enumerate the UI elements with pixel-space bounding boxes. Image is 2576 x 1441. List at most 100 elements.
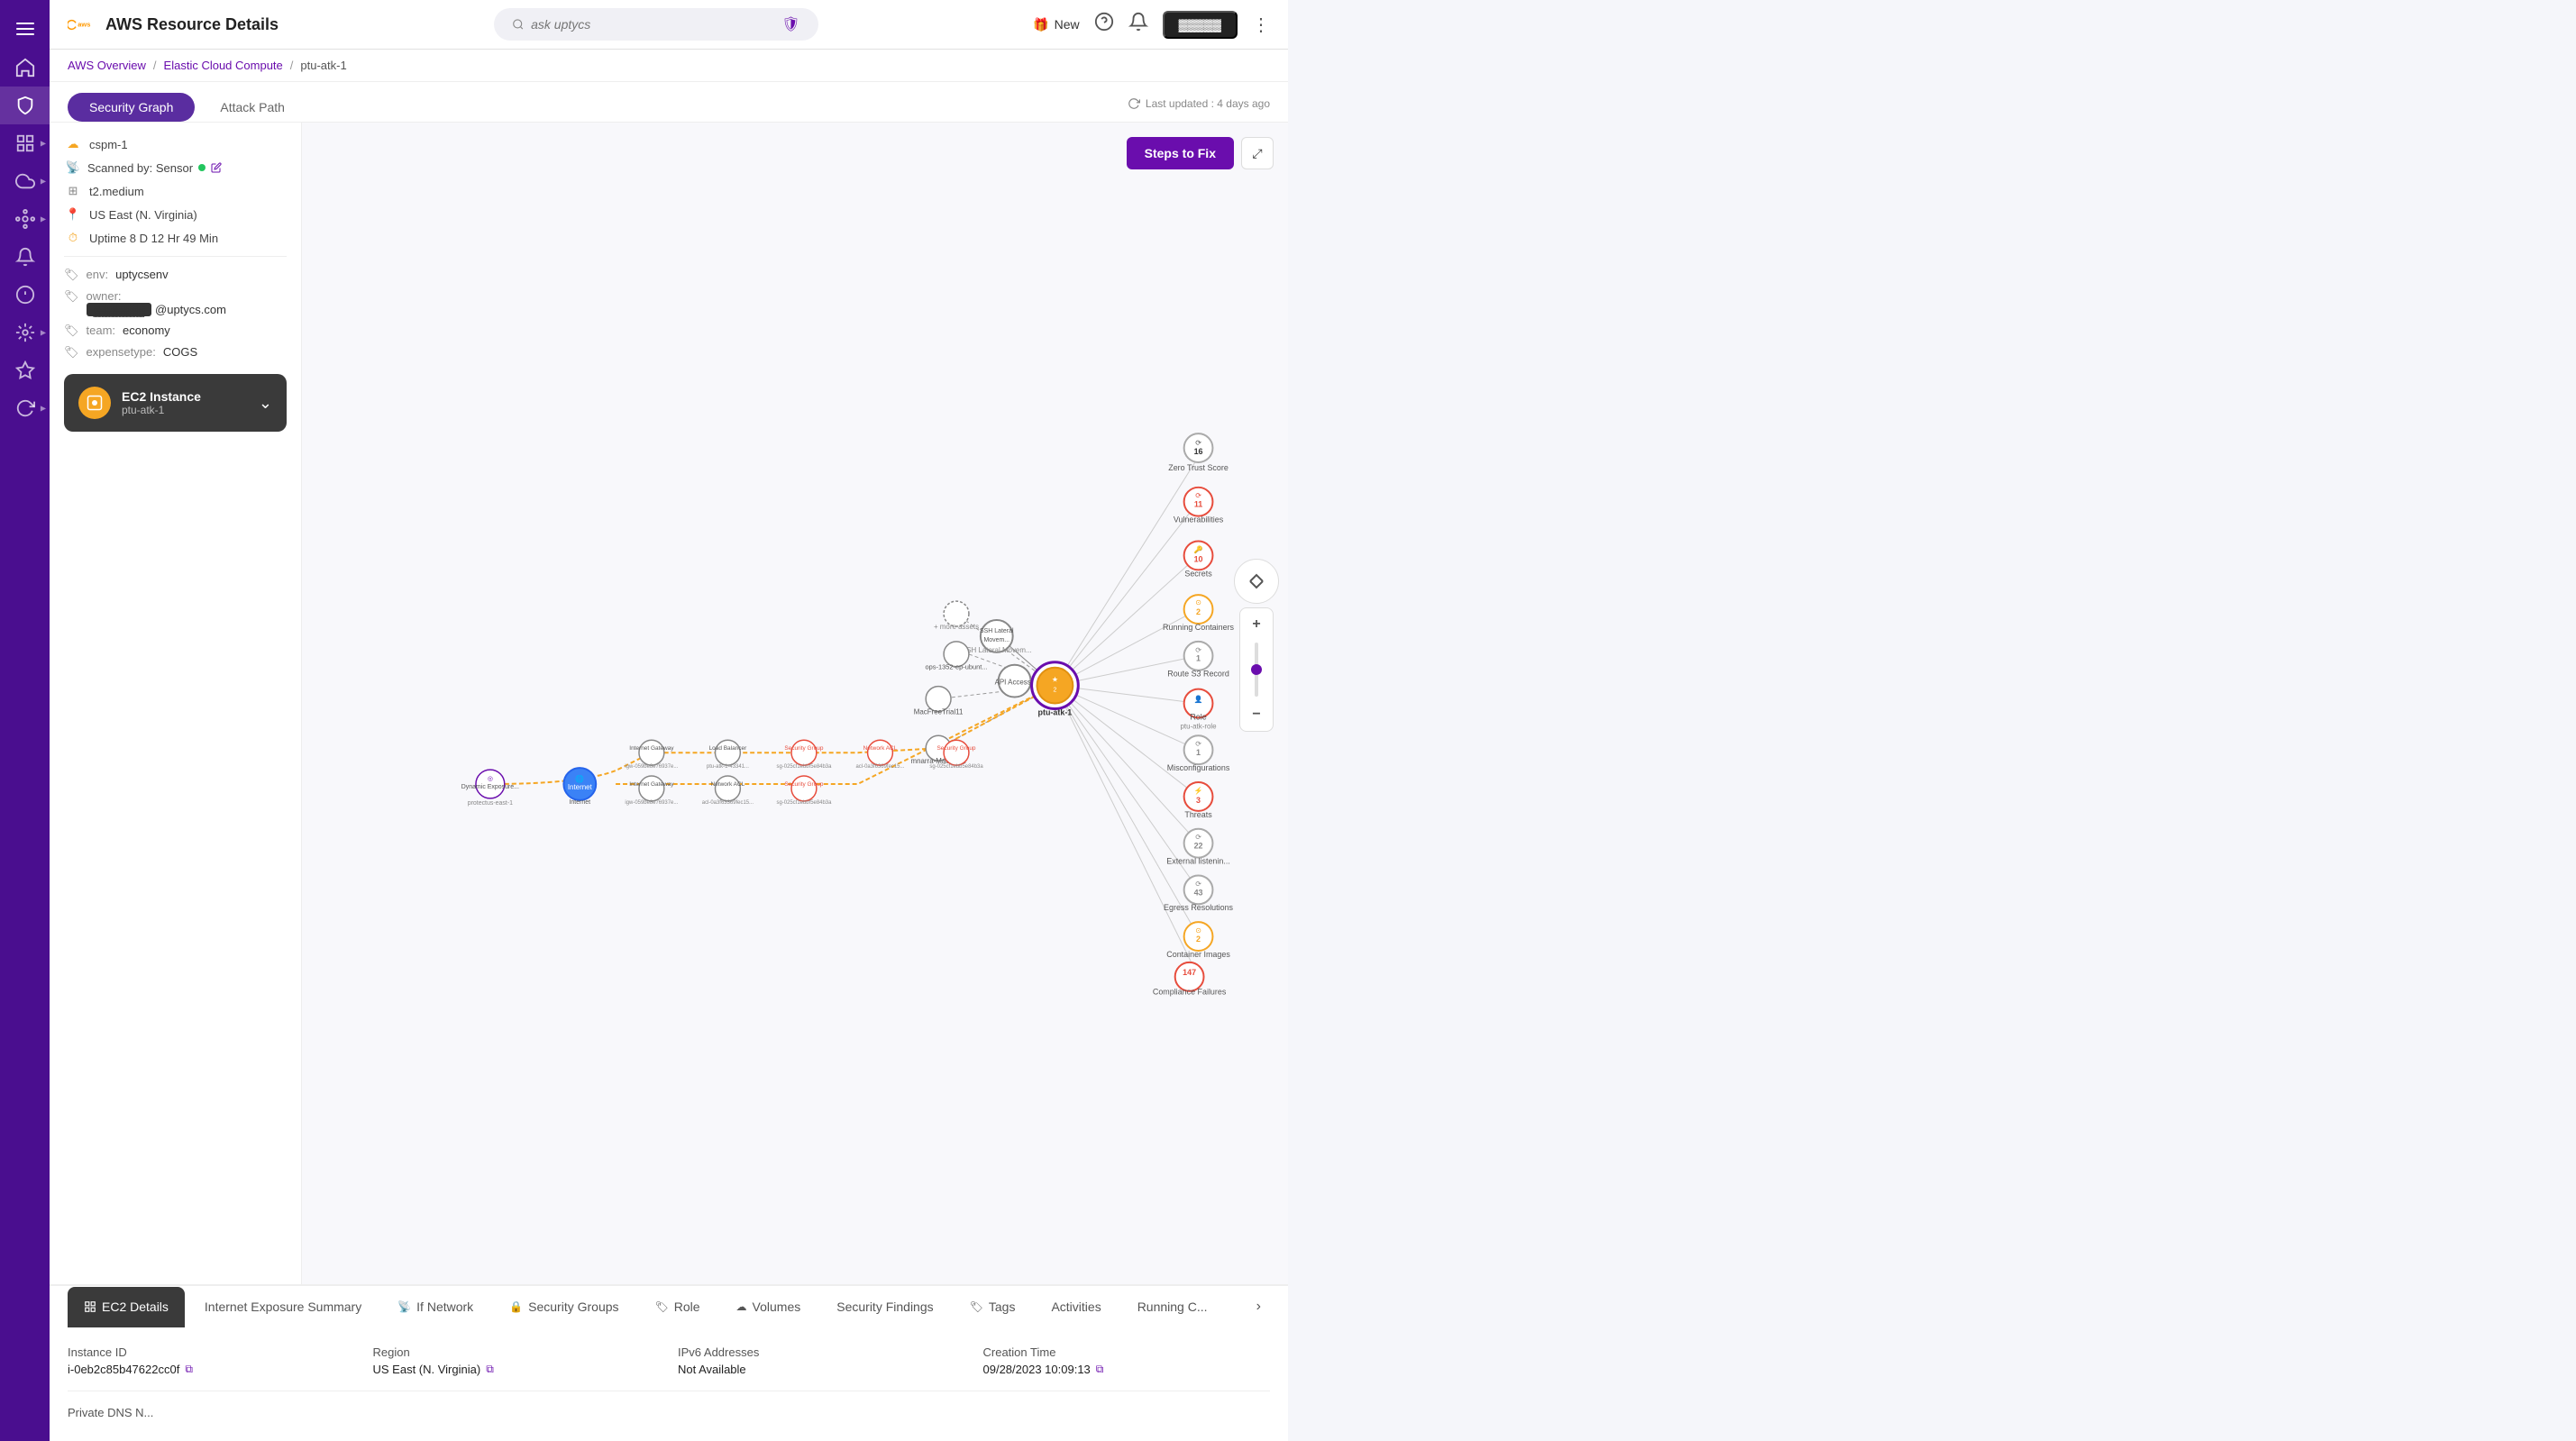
sidebar-item-grid[interactable]: ▶ (0, 124, 50, 162)
svg-text:acl-0a3f6369fec15...: acl-0a3f6369fec15... (856, 764, 905, 770)
tab-role[interactable]: 🏷 Role (639, 1287, 717, 1327)
breadcrumb-aws-overview[interactable]: AWS Overview (68, 59, 146, 72)
tab-running-c[interactable]: Running C... (1121, 1287, 1224, 1327)
svg-text:Load Balancer: Load Balancer (709, 745, 747, 752)
svg-text:sg-025cf1ebb5e84b3a: sg-025cf1ebb5e84b3a (929, 764, 983, 770)
svg-text:SSH Lateral Movem...: SSH Lateral Movem... (962, 646, 1032, 654)
copy-region[interactable]: ⧉ (486, 1363, 494, 1376)
svg-text:Container Images: Container Images (1166, 950, 1230, 959)
svg-text:ptu-atk-1: ptu-atk-1 (1038, 707, 1073, 716)
detail-creation-time: Creation Time 09/28/2023 10:09:13 ⧉ (983, 1345, 1271, 1376)
profile-button[interactable]: ▓▓▓▓▓ (1163, 11, 1238, 39)
sidebar: ▶ ▶ ▶ ▶ ▶ (0, 0, 50, 1441)
help-icon[interactable] (1094, 12, 1114, 37)
svg-text:43: 43 (1194, 888, 1203, 897)
sidebar-menu-icon[interactable] (0, 9, 50, 49)
expand-button[interactable]: ⤢ (1241, 137, 1274, 169)
svg-text:Security Group: Security Group (784, 781, 823, 788)
sidebar-item-apps[interactable]: ▶ (0, 200, 50, 238)
sidebar-item-notifications[interactable] (0, 238, 50, 276)
svg-text:ops-1352-ep-ubunt...: ops-1352-ep-ubunt... (925, 663, 987, 671)
sidebar-item-shield[interactable] (0, 87, 50, 124)
search-input[interactable] (531, 17, 774, 32)
breadcrumb: AWS Overview / Elastic Cloud Compute / p… (50, 50, 1288, 82)
tabs-scroll-right[interactable]: › (1247, 1286, 1270, 1327)
tab-attack-path[interactable]: Attack Path (198, 93, 306, 122)
sidebar-item-alert[interactable] (0, 276, 50, 314)
svg-text:API Accesss: API Accesss (995, 679, 1035, 687)
svg-text:Role: Role (1190, 712, 1206, 721)
sidebar-item-cloud[interactable]: ▶ (0, 162, 50, 200)
graph-area: Steps to Fix ⤢ (302, 123, 1288, 1284)
breadcrumb-current: ptu-atk-1 (300, 59, 346, 72)
steps-to-fix-button[interactable]: Steps to Fix (1127, 137, 1234, 169)
svg-text:SSH Lateral: SSH Lateral (980, 628, 1014, 634)
breadcrumb-ec2[interactable]: Elastic Cloud Compute (164, 59, 283, 72)
svg-text:External listenin...: External listenin... (1166, 857, 1230, 866)
page-title: AWS Resource Details (105, 15, 279, 34)
ec2-icon (78, 387, 111, 419)
sensor-dot (198, 164, 206, 171)
svg-text:1: 1 (1196, 654, 1201, 663)
sidebar-item-home[interactable] (0, 49, 50, 87)
left-panel: ☁ cspm-1 📡 Scanned by: Sensor ⊞ t2.mediu… (50, 123, 302, 1284)
nav-pan[interactable] (1234, 559, 1279, 604)
tabs-bar: Security Graph Attack Path Last updated … (50, 82, 1288, 123)
svg-text:acl-0a3f63369fec15...: acl-0a3f63369fec15... (702, 800, 754, 806)
svg-text:11: 11 (1194, 500, 1202, 509)
new-label: New (1055, 17, 1080, 32)
zoom-panel: + − (1239, 607, 1274, 732)
sidebar-item-refresh[interactable]: ▶ (0, 389, 50, 427)
svg-text:2: 2 (1053, 688, 1056, 694)
tab-volumes[interactable]: ☁ Volumes (720, 1287, 818, 1327)
tab-activities[interactable]: Activities (1035, 1287, 1117, 1327)
search-bar[interactable]: 🛡 (494, 8, 818, 41)
svg-text:2: 2 (1196, 935, 1201, 944)
svg-text:◎: ◎ (488, 776, 493, 782)
tab-internet-exposure[interactable]: Internet Exposure Summary (188, 1287, 378, 1327)
tab-security-graph[interactable]: Security Graph (68, 93, 195, 122)
svg-text:Misconfigurations: Misconfigurations (1167, 763, 1230, 772)
svg-text:ptu-atk-role: ptu-atk-role (1180, 722, 1217, 730)
instance-type-info: ⊞ t2.medium (64, 184, 287, 198)
ec2-card[interactable]: EC2 Instance ptu-atk-1 ⌄ (64, 374, 287, 432)
copy-instance-id[interactable]: ⧉ (185, 1363, 193, 1376)
sensor-info: 📡 Scanned by: Sensor (64, 160, 287, 175)
more-icon[interactable]: ⋮ (1252, 14, 1270, 36)
gift-icon: 🎁 (1033, 17, 1048, 32)
copy-creation-time[interactable]: ⧉ (1096, 1363, 1104, 1376)
tab-ec2-details[interactable]: EC2 Details (68, 1287, 185, 1327)
sidebar-item-settings[interactable]: ▶ (0, 314, 50, 351)
svg-text:Secrets: Secrets (1184, 569, 1212, 578)
new-button[interactable]: 🎁 New (1033, 17, 1079, 32)
svg-text:⊙: ⊙ (1195, 926, 1201, 935)
detail-instance-id: Instance ID i-0eb2c85b47622cc0f ⧉ (68, 1345, 355, 1376)
svg-text:ptu-atk-1-43341...: ptu-atk-1-43341... (707, 764, 749, 770)
zoom-slider[interactable] (1255, 643, 1258, 697)
zoom-in-button[interactable]: + (1244, 612, 1269, 637)
bell-icon[interactable] (1128, 12, 1148, 37)
svg-text:16: 16 (1194, 447, 1203, 456)
sidebar-item-star[interactable] (0, 351, 50, 389)
svg-text:Security Group: Security Group (936, 745, 975, 752)
svg-text:3: 3 (1196, 796, 1201, 805)
edit-icon[interactable] (211, 162, 222, 173)
tab-tags[interactable]: 🏷 Tags (954, 1287, 1032, 1327)
svg-text:🔑: 🔑 (1194, 544, 1203, 553)
tag-env: 🏷 env: uptycsenv (64, 268, 287, 282)
svg-text:⟳: ⟳ (1195, 492, 1201, 500)
zoom-out-button[interactable]: − (1244, 702, 1269, 727)
svg-text:🌐: 🌐 (575, 774, 584, 783)
last-updated: Last updated : 4 days ago (1128, 97, 1270, 117)
tag-owner: 🏷 owner: ▓▓▓▓▓▓ @uptycs.com (64, 289, 287, 316)
svg-text:⟳: ⟳ (1195, 439, 1201, 447)
svg-text:Security Group: Security Group (784, 745, 823, 752)
tab-security-groups[interactable]: 🔒 Security Groups (493, 1287, 635, 1327)
ec2-chevron-icon[interactable]: ⌄ (259, 394, 272, 413)
tab-security-findings[interactable]: Security Findings (820, 1287, 949, 1327)
svg-text:⟳: ⟳ (1195, 646, 1201, 654)
tab-network[interactable]: 📡 If Network (381, 1287, 489, 1327)
svg-text:Internet Gateway: Internet Gateway (629, 745, 674, 752)
detail-region: Region US East (N. Virginia) ⧉ (373, 1345, 661, 1376)
svg-text:igw-059be8e76937e...: igw-059be8e76937e... (625, 800, 678, 806)
